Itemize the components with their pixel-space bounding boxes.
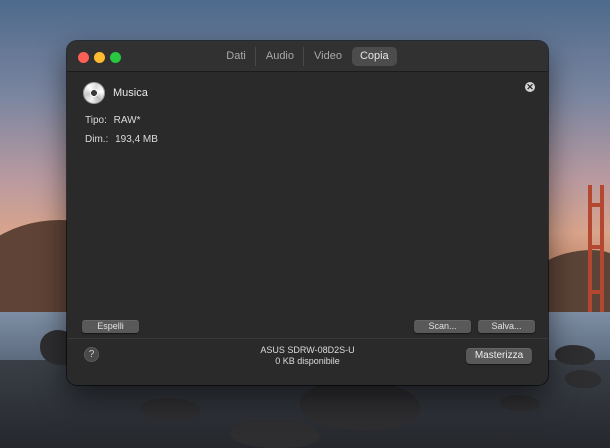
tab-audio[interactable]: Audio <box>258 47 304 66</box>
eject-button[interactable]: Espelli <box>82 320 139 333</box>
tab-dati[interactable]: Dati <box>218 47 256 66</box>
disc-title: Musica <box>113 87 148 99</box>
tab-copia[interactable]: Copia <box>351 47 397 66</box>
wallpaper-rock <box>565 370 601 388</box>
type-value: RAW* <box>113 115 141 126</box>
tab-video[interactable]: Video <box>306 47 350 66</box>
title-bar[interactable]: Dati Audio Video Copia <box>67 41 548 72</box>
size-value: 193,4 MB <box>115 134 158 145</box>
footer-bar: ? ASUS SDRW-08D2S-U 0 KB disponibile Mas… <box>67 338 548 385</box>
wallpaper-rock <box>555 345 595 365</box>
wallpaper-rock <box>140 398 200 420</box>
size-row: Dim.: 193,4 MB <box>85 134 158 145</box>
tab-bar: Dati Audio Video Copia <box>67 47 548 66</box>
scan-button[interactable]: Scan... <box>414 320 471 333</box>
burn-button[interactable]: Masterizza <box>466 348 532 364</box>
save-button[interactable]: Salva... <box>478 320 535 333</box>
clear-icon[interactable]: ✕ <box>525 82 535 92</box>
wallpaper-rock <box>230 420 320 448</box>
wallpaper-rock <box>500 395 540 411</box>
type-label: Tipo: <box>85 115 107 126</box>
copy-panel: Musica ✕ Tipo: RAW* Dim.: 193,4 MB Espel… <box>67 72 548 338</box>
type-row: Tipo: RAW* <box>85 115 141 126</box>
cd-disc-icon <box>83 82 105 104</box>
size-label: Dim.: <box>85 134 109 145</box>
app-window: Dati Audio Video Copia Musica ✕ Tipo: RA… <box>67 41 548 385</box>
